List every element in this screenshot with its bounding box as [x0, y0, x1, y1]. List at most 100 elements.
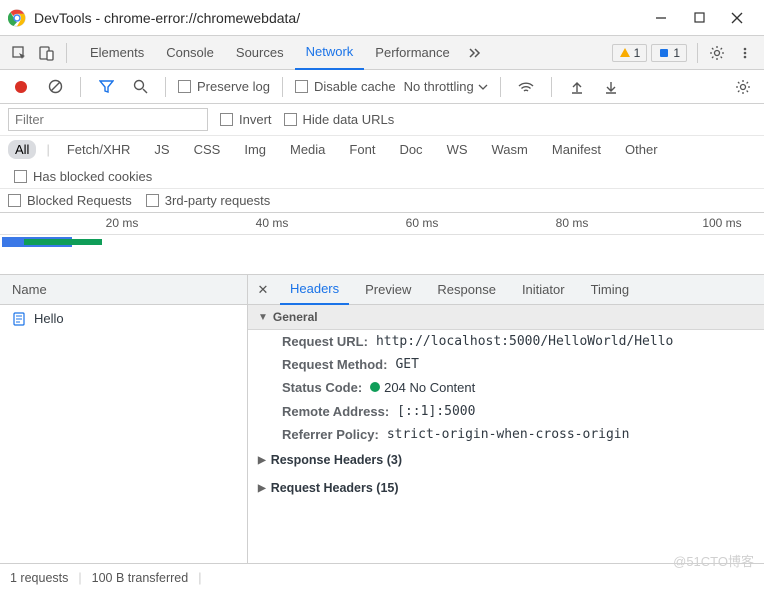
has-blocked-cookies-checkbox[interactable]: Has blocked cookies: [14, 169, 152, 184]
detail-tab-initiator[interactable]: Initiator: [512, 275, 575, 305]
detail-tab-preview[interactable]: Preview: [355, 275, 421, 305]
request-name: Hello: [34, 311, 64, 326]
disable-cache-checkbox[interactable]: Disable cache: [295, 79, 396, 94]
kv-request-url: Request URL:http://localhost:5000/HelloW…: [248, 330, 764, 353]
split-panes: Name Hello ✕ Headers Preview Response In…: [0, 275, 764, 563]
clear-button[interactable]: [42, 74, 68, 100]
close-detail-button[interactable]: ✕: [252, 282, 274, 298]
more-tabs-icon[interactable]: [461, 40, 487, 66]
type-js[interactable]: JS: [147, 140, 176, 159]
invert-label: Invert: [239, 112, 272, 127]
type-all[interactable]: All: [8, 140, 36, 159]
minimize-button[interactable]: [642, 2, 680, 34]
watermark: @51CTO博客: [673, 551, 754, 570]
type-css[interactable]: CSS: [187, 140, 228, 159]
separator: [282, 77, 283, 97]
resource-type-filter: All | Fetch/XHR JS CSS Img Media Font Do…: [0, 136, 764, 189]
maximize-button[interactable]: [680, 2, 718, 34]
issue-badges[interactable]: 1 1: [612, 44, 687, 62]
window-title: DevTools - chrome-error://chromewebdata/: [34, 10, 642, 26]
third-party-label: 3rd-party requests: [165, 193, 271, 208]
warning-count: 1: [634, 46, 641, 60]
status-requests: 1 requests: [10, 571, 68, 585]
detail-tab-timing[interactable]: Timing: [581, 275, 640, 305]
hide-data-urls-checkbox[interactable]: Hide data URLs: [284, 112, 395, 127]
timeline-tick: 40 ms: [256, 216, 289, 230]
upload-har-icon[interactable]: [564, 74, 590, 100]
network-settings-icon[interactable]: [730, 74, 756, 100]
request-list-header[interactable]: Name: [0, 275, 247, 305]
third-party-checkbox[interactable]: 3rd-party requests: [146, 193, 271, 208]
triangle-right-icon: ▶: [258, 483, 266, 494]
kebab-icon[interactable]: [732, 40, 758, 66]
disable-cache-label: Disable cache: [314, 79, 396, 94]
chrome-logo-icon: [8, 9, 26, 27]
response-headers-section[interactable]: ▶ Response Headers (3): [248, 446, 764, 474]
throttling-select[interactable]: No throttling: [404, 79, 488, 94]
preserve-log-label: Preserve log: [197, 79, 270, 94]
filter-row: Invert Hide data URLs: [0, 104, 764, 136]
blocked-requests-checkbox[interactable]: Blocked Requests: [8, 193, 132, 208]
main-toolbar: Elements Console Sources Network Perform…: [0, 36, 764, 70]
tab-network[interactable]: Network: [295, 36, 365, 70]
type-wasm[interactable]: Wasm: [485, 140, 535, 159]
timeline-tick: 80 ms: [556, 216, 589, 230]
request-headers-label: Request Headers (15): [271, 481, 399, 495]
kv-status-code: Status Code:204 No Content: [248, 376, 764, 400]
separator: [80, 77, 81, 97]
network-conditions-icon[interactable]: [513, 74, 539, 100]
general-section-header[interactable]: ▼General: [248, 305, 764, 330]
type-media[interactable]: Media: [283, 140, 332, 159]
separator: [500, 77, 501, 97]
timeline[interactable]: 20 ms 40 ms 60 ms 80 ms 100 ms: [0, 213, 764, 275]
request-list-pane: Name Hello: [0, 275, 248, 563]
options-row: Blocked Requests 3rd-party requests: [0, 189, 764, 213]
network-toolbar: Preserve log Disable cache No throttling: [0, 70, 764, 104]
throttling-value: No throttling: [404, 79, 474, 94]
separator: [697, 43, 698, 63]
type-doc[interactable]: Doc: [392, 140, 429, 159]
type-fetchxhr[interactable]: Fetch/XHR: [60, 140, 138, 159]
separator: |: [78, 571, 81, 585]
inspect-element-icon[interactable]: [6, 40, 32, 66]
triangle-right-icon: ▶: [258, 455, 266, 466]
type-manifest[interactable]: Manifest: [545, 140, 608, 159]
detail-tab-headers[interactable]: Headers: [280, 275, 349, 305]
type-font[interactable]: Font: [342, 140, 382, 159]
invert-checkbox[interactable]: Invert: [220, 112, 272, 127]
tab-console[interactable]: Console: [155, 36, 225, 70]
tab-elements[interactable]: Elements: [79, 36, 155, 70]
type-ws[interactable]: WS: [440, 140, 475, 159]
warning-badge[interactable]: 1: [612, 44, 648, 62]
timeline-tick: 100 ms: [702, 216, 741, 230]
settings-icon[interactable]: [704, 40, 730, 66]
titlebar: DevTools - chrome-error://chromewebdata/: [0, 0, 764, 36]
response-headers-label: Response Headers (3): [271, 453, 402, 467]
general-title: General: [273, 310, 318, 324]
separator: [66, 43, 67, 63]
type-other[interactable]: Other: [618, 140, 665, 159]
device-toggle-icon[interactable]: [34, 40, 60, 66]
request-headers-section[interactable]: ▶ Request Headers (15): [248, 474, 764, 502]
separator: [551, 77, 552, 97]
request-row[interactable]: Hello: [0, 305, 247, 332]
detail-tab-response[interactable]: Response: [427, 275, 506, 305]
type-separator: |: [46, 142, 49, 157]
tab-performance[interactable]: Performance: [364, 36, 460, 70]
blocked-requests-label: Blocked Requests: [27, 193, 132, 208]
has-blocked-label: Has blocked cookies: [33, 169, 152, 184]
close-button[interactable]: [718, 2, 756, 34]
search-icon[interactable]: [127, 74, 153, 100]
filter-input[interactable]: [8, 108, 208, 131]
info-badge[interactable]: 1: [651, 44, 687, 62]
status-bar: 1 requests | 100 B transferred |: [0, 563, 764, 591]
record-button[interactable]: [8, 74, 34, 100]
tab-sources[interactable]: Sources: [225, 36, 295, 70]
type-img[interactable]: Img: [237, 140, 273, 159]
separator: |: [198, 571, 201, 585]
timeline-tick: 20 ms: [106, 216, 139, 230]
preserve-log-checkbox[interactable]: Preserve log: [178, 79, 270, 94]
filter-icon[interactable]: [93, 74, 119, 100]
download-har-icon[interactable]: [598, 74, 624, 100]
info-count: 1: [673, 46, 680, 60]
